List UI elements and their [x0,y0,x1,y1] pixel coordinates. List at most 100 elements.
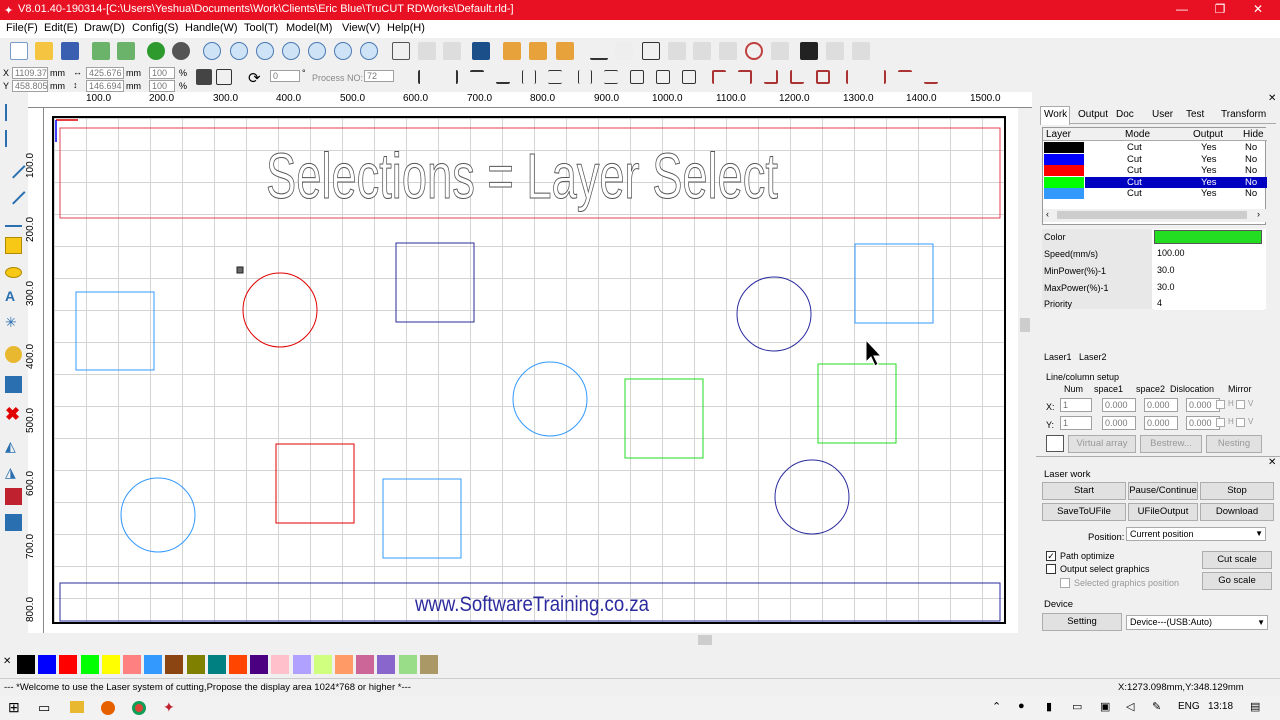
center-page-icon[interactable] [816,70,830,84]
palette-swatch[interactable] [250,655,269,674]
palette-swatch[interactable] [59,655,78,674]
maximize-button[interactable]: ❐ [1210,2,1230,16]
zoom-window-icon[interactable] [360,42,378,60]
group-icon[interactable] [503,42,521,60]
tab-output[interactable]: Output [1078,109,1108,120]
palette-swatch[interactable] [419,655,438,674]
headline-text[interactable]: Selections = Layer Select [266,140,779,213]
laser-icon[interactable] [5,488,22,505]
zoom-select-icon[interactable] [334,42,352,60]
same-height-icon[interactable] [656,70,670,84]
palette-swatch[interactable] [271,655,290,674]
zoom-page-icon[interactable] [308,42,326,60]
rdworks-taskbar-icon[interactable]: ✦ [163,699,175,716]
menu-handle[interactable]: Handle(W) [185,22,238,34]
ungroup-icon[interactable] [529,42,547,60]
virtual-array-button[interactable]: Virtual array [1068,435,1136,453]
curve-tool-icon[interactable] [5,210,22,227]
tab-laser1[interactable]: Laser1 [1044,352,1072,362]
position-select[interactable]: Current position ▼ [1126,527,1266,541]
layer-row[interactable]: Cut Yes No [1043,176,1267,188]
angle-field[interactable]: 0 [270,70,300,82]
tab-doc[interactable]: Doc [1116,109,1134,120]
priority-value[interactable]: 4 [1154,296,1264,310]
curve-icon[interactable] [590,42,608,60]
scale-x-field[interactable]: 100 [149,67,175,79]
tab-laser2[interactable]: Laser2 [1079,352,1107,362]
shape-square[interactable] [854,243,934,324]
align-right-icon[interactable] [444,70,458,84]
volume-icon[interactable]: ◁ [1126,700,1134,713]
work-area[interactable]: Selections = Layer Select www.SoftwareTr… [52,116,1006,624]
scroll-thumb[interactable] [698,635,712,645]
page-right-icon[interactable] [872,70,886,84]
horizontal-scrollbar[interactable] [44,633,1018,647]
rotate-icon[interactable]: ⟳ [248,69,261,87]
menu-draw[interactable]: Draw(D) [84,22,125,34]
chrome-icon[interactable] [132,701,146,715]
mirror-y-v-checkbox[interactable] [1236,418,1245,427]
windows-start-icon[interactable]: ⊞ [8,699,20,716]
palette-swatch[interactable] [165,655,184,674]
pen-icon[interactable] [443,42,461,60]
undo-icon[interactable] [147,42,165,60]
pen-tray-icon[interactable]: ✎ [1152,700,1161,713]
layer-row[interactable]: Cut Yes No [1043,153,1267,165]
start-button[interactable]: Start [1042,482,1126,500]
layer-row[interactable]: Cut Yes No [1043,142,1267,153]
palette-swatch[interactable] [356,655,375,674]
corner-tl-icon[interactable] [712,70,726,84]
x-dislocation-field[interactable]: 0.000 [1186,398,1220,412]
speed-value[interactable]: 100.00 [1154,246,1264,260]
x-num-field[interactable]: 1 [1060,398,1092,412]
minimize-button[interactable]: — [1172,2,1192,16]
zoom-fit-icon[interactable] [282,42,300,60]
align-top-icon[interactable] [470,70,484,84]
palette-swatch[interactable] [38,655,57,674]
monitor-icon[interactable] [472,42,490,60]
align-center-v-icon[interactable] [548,70,562,84]
mirror-y-h-checkbox[interactable] [1216,418,1225,427]
grid-array-icon[interactable] [5,376,22,393]
rect-tool-icon[interactable] [642,42,660,60]
x-coord-field[interactable]: 1109.37 [12,67,48,79]
selected-position-checkbox[interactable] [1060,578,1070,588]
palette-swatch[interactable] [292,655,311,674]
tray-app-icon[interactable]: ● [1018,700,1025,712]
min-power-value[interactable]: 30.0 [1154,263,1264,277]
menu-file[interactable]: File(F) [6,22,38,34]
array-grid-icon[interactable] [1046,435,1064,452]
palette-swatch[interactable] [144,655,163,674]
go-scale-button[interactable]: Go scale [1202,572,1272,590]
shape-circle[interactable] [736,276,812,352]
max-power-value[interactable]: 30.0 [1154,280,1264,294]
tray-chevron-icon[interactable]: ⌃ [992,700,1001,713]
ruler-icon[interactable] [852,42,870,60]
output-select-checkbox[interactable] [1046,564,1056,574]
y-dislocation-field[interactable]: 0.000 [1186,416,1220,430]
corner-bl-icon[interactable] [790,70,804,84]
palette-swatch[interactable] [398,655,417,674]
align-left-icon[interactable] [418,70,432,84]
shape-square[interactable] [395,242,475,323]
clock[interactable]: 13:18 [1208,701,1233,712]
wand-icon[interactable] [826,42,844,60]
process-no-field[interactable]: 72 [364,70,394,82]
palette-swatch[interactable] [377,655,396,674]
mirror-h-icon[interactable]: ◭ [5,438,22,455]
same-size-icon[interactable] [682,70,696,84]
tab-user[interactable]: User [1152,109,1173,120]
zoom-out-icon[interactable] [256,42,274,60]
save-to-ufile-button[interactable]: SaveToUFile [1042,503,1126,521]
select-arrow-icon[interactable] [5,104,22,121]
shape-circle[interactable] [774,459,850,535]
polyline-tool-icon[interactable] [1,180,26,205]
y-coord-field[interactable]: 458.805 [12,80,48,92]
download-button[interactable]: Download [1200,503,1274,521]
corner-tr-icon[interactable] [738,70,752,84]
menu-edit[interactable]: Edit(E) [44,22,78,34]
distribute-h-icon[interactable] [578,70,592,84]
ring-icon[interactable] [745,42,763,60]
point-tool-icon[interactable]: ✳ [5,314,22,331]
battery-icon[interactable]: ▭ [1072,700,1082,713]
